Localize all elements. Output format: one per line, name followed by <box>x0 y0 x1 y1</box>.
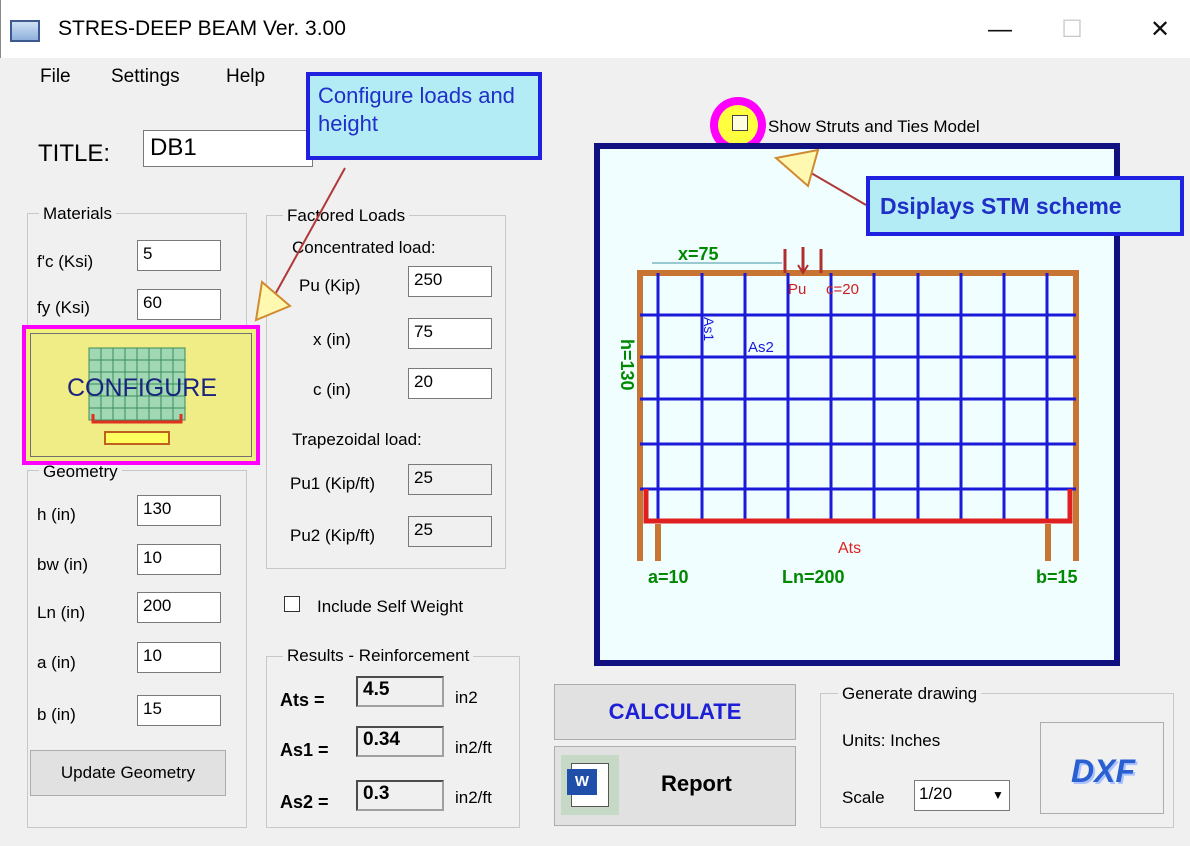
configure-callout: Configure loads and height <box>306 72 542 160</box>
stm-callout: Dsiplays STM scheme <box>866 176 1184 236</box>
annotation-arrows <box>254 148 867 322</box>
